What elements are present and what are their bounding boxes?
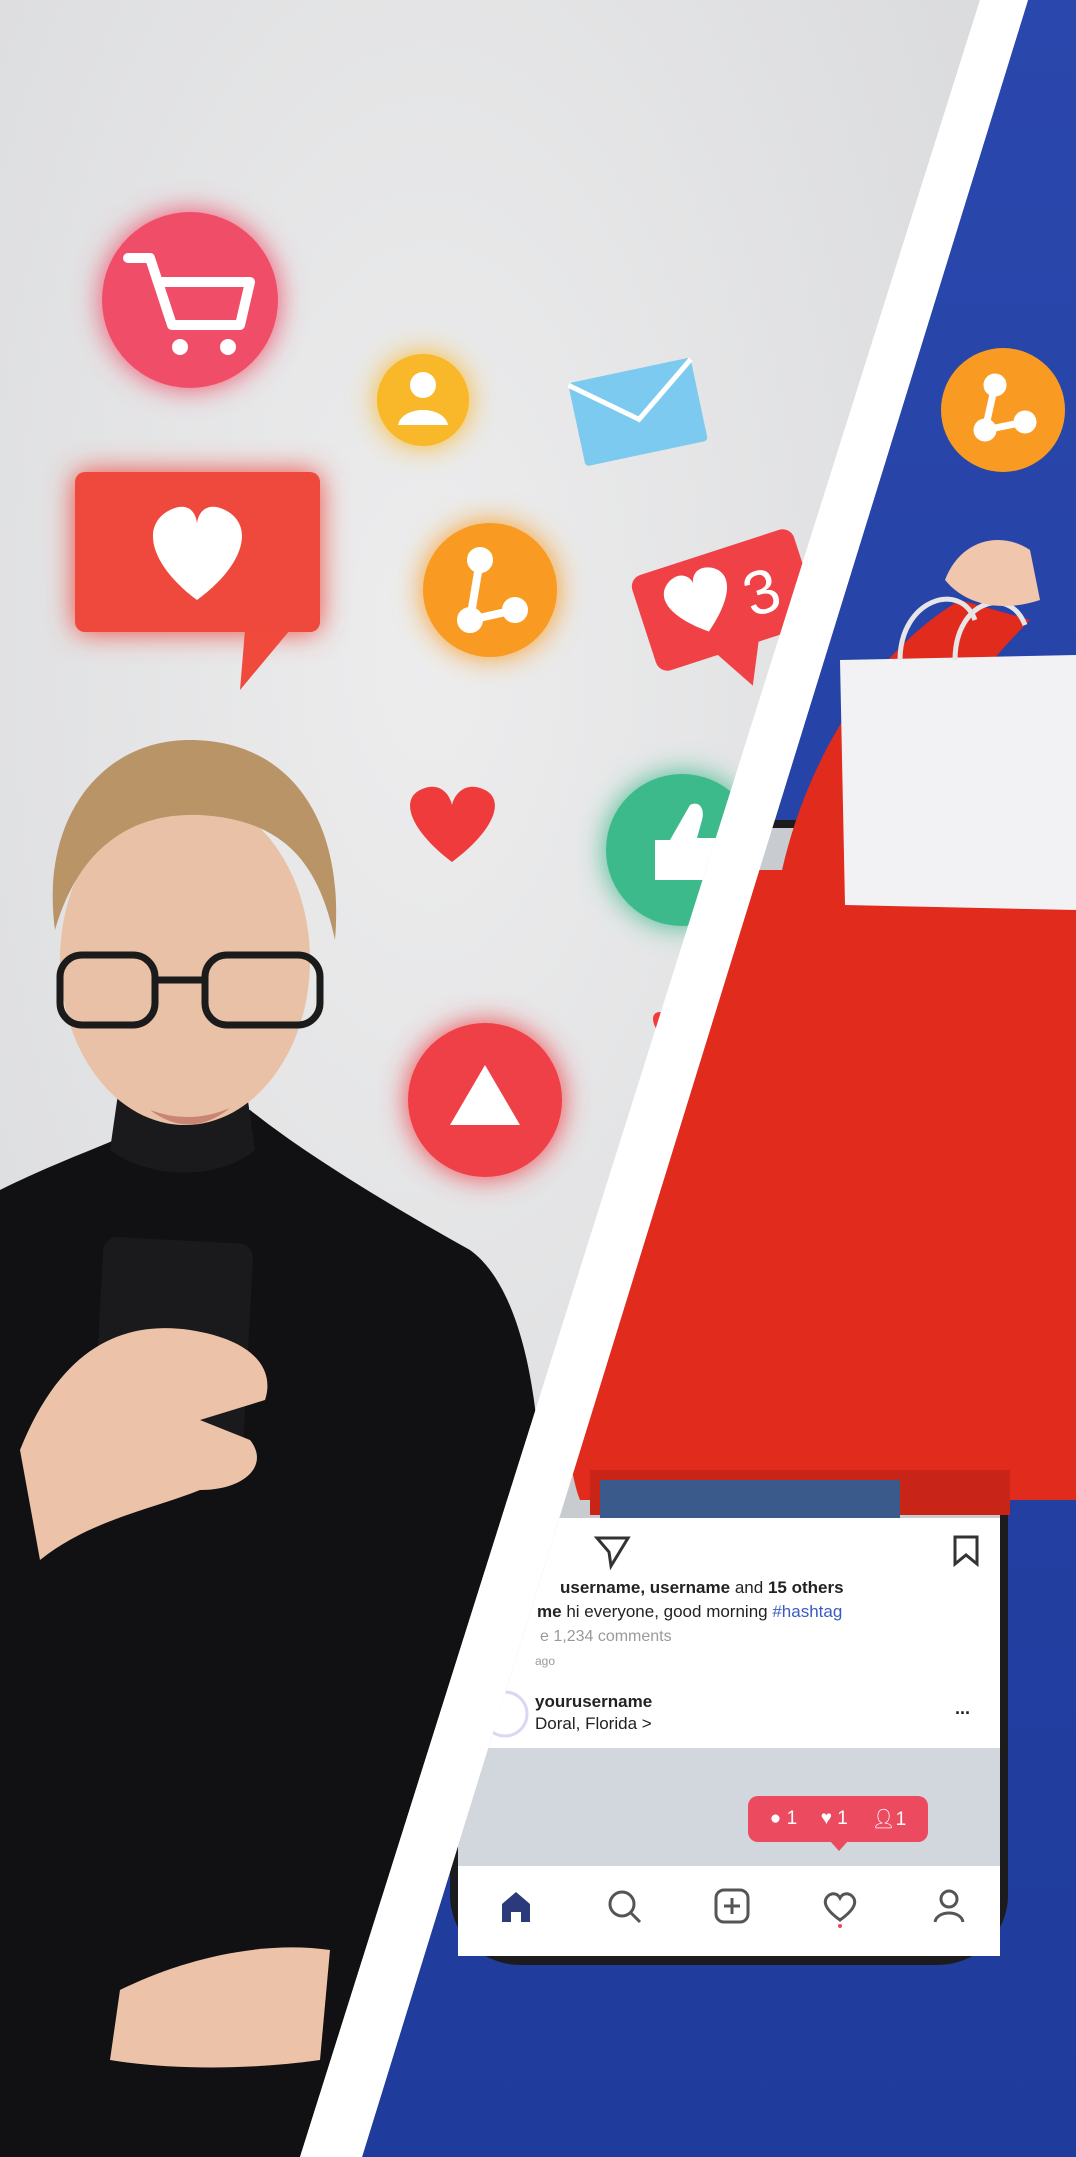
activity-heart-icon[interactable] xyxy=(818,1884,862,1928)
post-location[interactable]: Doral, Florida > xyxy=(535,1712,652,1735)
caption-line: me hi everyone, good morning #hashtag xyxy=(537,1600,842,1623)
post-time: ago xyxy=(535,1654,556,1668)
user-icon xyxy=(377,354,469,446)
likes-usernames[interactable]: username, username xyxy=(560,1578,730,1597)
likes-and: and xyxy=(734,1578,764,1597)
caption-username[interactable]: me xyxy=(537,1602,562,1621)
likes-line: username, username and 15 others xyxy=(560,1576,844,1599)
follower-count: 1 xyxy=(895,1809,907,1830)
post-username[interactable]: yourusername xyxy=(535,1690,652,1713)
like-count-item: ♥ 1 xyxy=(820,1808,848,1829)
share-icon-right xyxy=(941,348,1065,472)
follower-count-item: 👤︎1 xyxy=(871,1809,907,1830)
profile-icon[interactable] xyxy=(927,1884,971,1928)
search-icon[interactable] xyxy=(602,1884,646,1928)
comment-count: 1 xyxy=(786,1808,798,1829)
shopping-bag xyxy=(840,655,1076,910)
view-comments-link[interactable]: e 1,234 comments xyxy=(540,1625,672,1648)
likes-others[interactable]: 15 others xyxy=(768,1578,844,1597)
caption-text: hi everyone, good morning xyxy=(566,1602,768,1621)
bottom-tab-bar xyxy=(462,1866,1000,1956)
add-post-icon[interactable] xyxy=(710,1884,754,1928)
activity-notification[interactable]: ● 1 ♥ 1 👤︎1 xyxy=(748,1796,928,1851)
share-icon xyxy=(423,523,557,657)
caption-hashtag[interactable]: #hashtag xyxy=(772,1602,842,1621)
like-count: 1 xyxy=(837,1808,848,1829)
home-icon[interactable] xyxy=(494,1884,538,1928)
more-options-button[interactable]: ... xyxy=(955,1697,970,1720)
cart-icon xyxy=(102,212,278,388)
comment-count-item: ● 1 xyxy=(769,1808,798,1829)
hero-collage: 3 username, username and 15 others me hi… xyxy=(0,0,1076,2157)
